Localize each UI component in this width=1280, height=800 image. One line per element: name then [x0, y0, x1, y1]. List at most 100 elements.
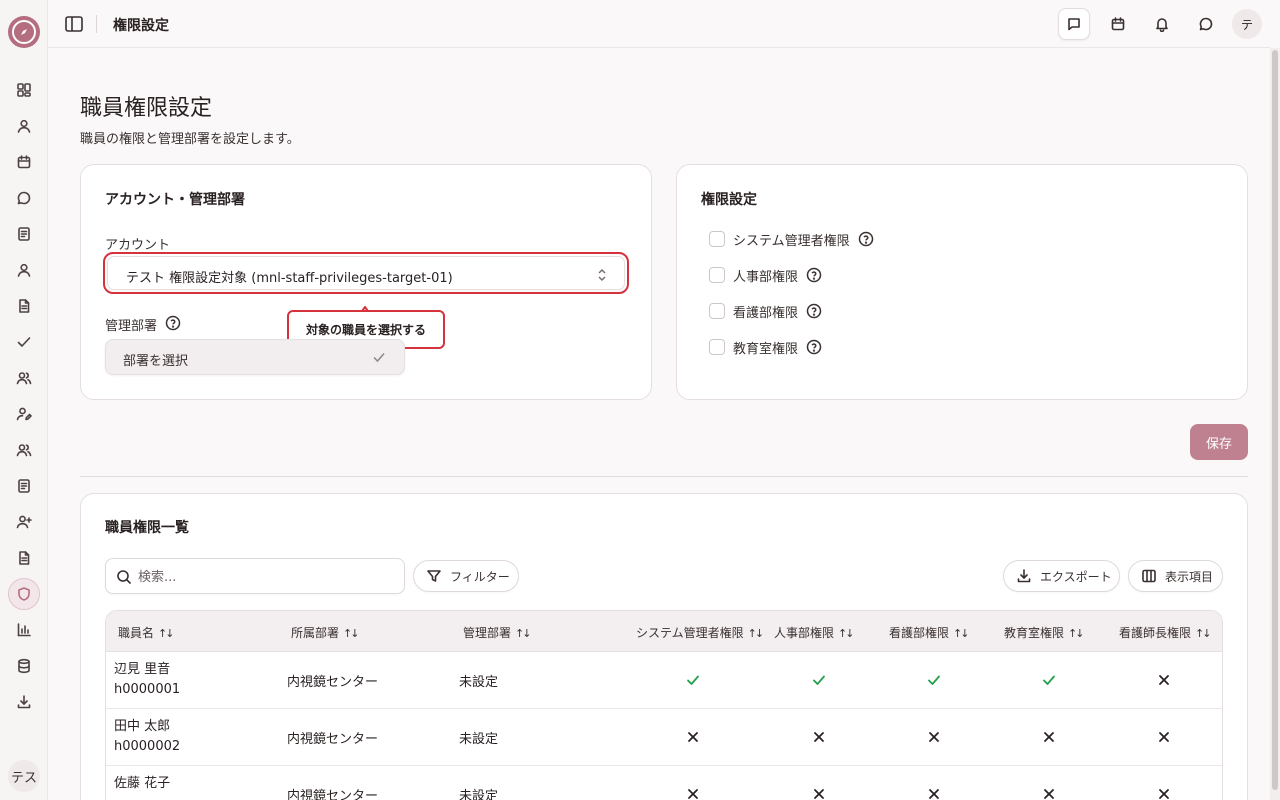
column-header-label: 人事部権限 [774, 626, 835, 640]
sidebar-document-icon[interactable] [14, 296, 34, 316]
sort-icon: ↑↓ [838, 627, 855, 640]
sort-icon: ↑↓ [515, 627, 532, 640]
columns-button[interactable]: 表示項目 [1128, 560, 1223, 592]
sidebar-bar-chart-icon[interactable] [14, 620, 34, 640]
dept-select-placeholder: 部署を選択 [123, 354, 189, 369]
search-input[interactable] [138, 567, 388, 587]
column-header[interactable]: 管理部署 ↑↓ [463, 624, 532, 641]
permission-checkbox[interactable] [709, 303, 725, 319]
sidebar-download-icon[interactable] [14, 692, 34, 712]
user-avatar[interactable]: テ [1232, 9, 1262, 39]
feedback-button[interactable] [1058, 8, 1090, 40]
managed-dept-cell: 未設定 [459, 789, 499, 800]
calendar-button[interactable] [1102, 8, 1134, 40]
managed-dept-cell: 未設定 [459, 675, 499, 690]
help-circle-icon[interactable] [806, 303, 822, 319]
chat-bubble-icon [1199, 17, 1213, 31]
section-divider [80, 476, 1248, 477]
check-icon [812, 673, 826, 687]
column-header[interactable]: 教育室権限 ↑↓ [1004, 624, 1085, 641]
filter-button[interactable]: フィルター [413, 560, 519, 592]
sidebar-shield-icon[interactable] [14, 584, 34, 604]
sidebar-user-edit-icon[interactable] [14, 404, 34, 424]
column-header[interactable]: 所属部署 ↑↓ [291, 624, 360, 641]
sidebar-document-icon[interactable] [14, 548, 34, 568]
permission-option[interactable]: システム管理者権限 [709, 230, 874, 249]
account-select[interactable]: テスト 権限設定対象 (mnl-staff-privileges-target-… [103, 252, 629, 294]
columns-label: 表示項目 [1165, 569, 1214, 584]
sidebar-notebook-icon[interactable] [14, 476, 34, 496]
app-logo[interactable] [8, 16, 40, 48]
compass-icon [12, 20, 36, 44]
sort-icon: ↑↓ [1195, 627, 1212, 640]
page-scrollbar[interactable] [1270, 48, 1280, 800]
sidebar-user-avatar[interactable]: テス [8, 760, 40, 792]
export-button[interactable]: エクスポート [1003, 560, 1120, 592]
permission-label: 人事部権限 [733, 269, 799, 285]
chat-button[interactable] [1190, 8, 1222, 40]
column-header[interactable]: システム管理者権限 ↑↓ [636, 624, 764, 641]
sidebar-user-plus-icon[interactable] [14, 512, 34, 532]
sort-icon: ↑↓ [158, 627, 175, 640]
sort-icon: ↑↓ [1068, 627, 1085, 640]
filter-icon [427, 570, 441, 582]
sidebar-users-icon[interactable] [14, 368, 34, 388]
search-field[interactable] [105, 558, 405, 594]
export-label: エクスポート [1040, 569, 1112, 584]
save-button[interactable]: 保存 [1190, 424, 1248, 460]
table-row[interactable]: 田中 太郎 h0000002 内視鏡センター 未設定 [106, 709, 1222, 766]
x-icon [1157, 787, 1171, 800]
sidebar-user-icon[interactable] [14, 260, 34, 280]
sidebar-database-icon[interactable] [14, 656, 34, 676]
staff-name: 田中 太郎 [114, 719, 171, 734]
sidebar-user-icon[interactable] [14, 116, 34, 136]
sidebar-calendar-icon[interactable] [14, 152, 34, 172]
sidebar-users-icon[interactable] [14, 440, 34, 460]
sidebar-dashboard-icon[interactable] [14, 80, 34, 100]
column-header[interactable]: 看護師長権限 ↑↓ [1119, 624, 1212, 641]
top-header: 権限設定 テ [48, 0, 1270, 48]
check-icon [686, 673, 700, 687]
x-icon [1157, 673, 1171, 687]
permission-card-title: 権限設定 [701, 192, 757, 208]
header-divider [96, 15, 97, 33]
permission-option[interactable]: 教育室権限 [709, 338, 822, 357]
dept-select[interactable]: 部署を選択 [105, 339, 405, 375]
sidebar-chat-icon[interactable] [14, 188, 34, 208]
column-header[interactable]: 看護部権限 ↑↓ [889, 624, 970, 641]
permission-option[interactable]: 人事部権限 [709, 266, 822, 285]
x-icon [1042, 730, 1056, 744]
permission-checkbox[interactable] [709, 339, 725, 355]
permission-checkbox[interactable] [709, 231, 725, 247]
staff-name: 辺見 里音 [114, 662, 171, 677]
column-header-label: 職員名 [118, 626, 155, 640]
help-circle-icon[interactable] [806, 267, 822, 283]
message-square-icon [1068, 18, 1080, 31]
scrollbar-thumb[interactable] [1272, 50, 1278, 790]
staff-id: h0000002 [114, 739, 181, 754]
page-title: 職員権限設定 [80, 96, 213, 121]
table-row[interactable]: 辺見 里音 h0000001 内視鏡センター 未設定 [106, 652, 1222, 709]
permission-label: 教育室権限 [733, 341, 799, 357]
x-icon [1042, 787, 1056, 800]
x-icon [686, 787, 700, 800]
column-header[interactable]: 人事部権限 ↑↓ [774, 624, 855, 641]
sidebar-toggle-icon[interactable] [64, 14, 84, 34]
help-circle-icon[interactable] [165, 315, 181, 331]
column-header[interactable]: 職員名 ↑↓ [118, 624, 175, 641]
notifications-button[interactable] [1146, 8, 1178, 40]
help-circle-icon[interactable] [858, 231, 874, 247]
sort-icon: ↑↓ [343, 627, 360, 640]
permission-checkbox[interactable] [709, 267, 725, 283]
sidebar-check-icon[interactable] [14, 332, 34, 352]
column-header-label: 看護師長権限 [1119, 626, 1192, 640]
help-circle-icon[interactable] [806, 339, 822, 355]
download-icon [1017, 569, 1031, 583]
sidebar-notebook-icon[interactable] [14, 224, 34, 244]
x-icon [812, 730, 826, 744]
permission-option[interactable]: 看護部権限 [709, 302, 822, 321]
table-row[interactable]: 佐藤 花子 内視鏡センター 未設定 [106, 766, 1222, 800]
permission-label: 看護部権限 [733, 305, 799, 321]
column-header-label: 所属部署 [291, 626, 340, 640]
column-header-label: 管理部署 [463, 626, 512, 640]
